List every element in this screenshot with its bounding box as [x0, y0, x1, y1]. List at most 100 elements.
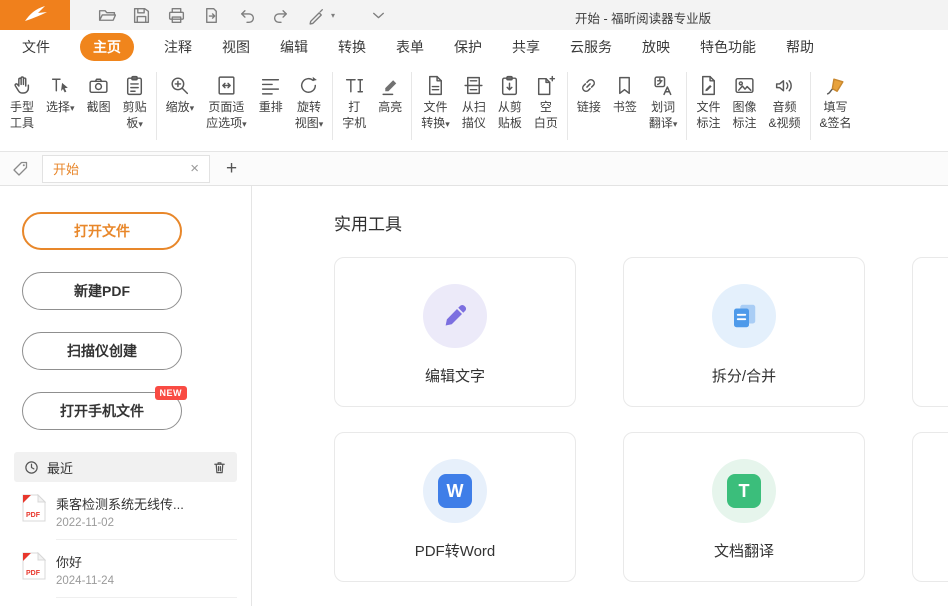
new-tab-button[interactable]: +	[226, 159, 237, 178]
menu-edit[interactable]: 编辑	[280, 37, 308, 57]
tab-close-icon[interactable]: ×	[190, 161, 199, 176]
card-pdf-to-word[interactable]: W PDF转Word	[334, 432, 576, 582]
ribbon-file-annotation[interactable]: 文件 标注	[690, 68, 726, 134]
ribbon-label: 页面适 应选项▾	[206, 100, 247, 132]
ribbon-label: 缩放▾	[166, 100, 195, 116]
menu-help[interactable]: 帮助	[786, 37, 814, 57]
recent-file-name: 你好	[56, 552, 237, 571]
recent-file-info: 乘客检测系统无线传... 2022-11-02	[56, 494, 237, 540]
menu-comment[interactable]: 注释	[164, 37, 192, 57]
doc-convert-icon	[424, 70, 447, 100]
sign-pen-icon	[824, 70, 847, 100]
ribbon-fill-sign[interactable]: 填写 &签名	[814, 68, 858, 134]
ribbon-page-fit[interactable]: 页面适 应选项▾	[200, 68, 253, 134]
speaker-icon	[773, 70, 796, 100]
trash-icon[interactable]	[212, 460, 227, 475]
ribbon-snapshot[interactable]: 截图	[81, 68, 117, 118]
pdf-file-icon: PDF	[22, 552, 46, 580]
ribbon-rotate-view[interactable]: 旋转 视图▾	[289, 68, 330, 134]
svg-text:PDF: PDF	[26, 512, 41, 519]
menu-share[interactable]: 共享	[512, 37, 540, 57]
card-partial[interactable]	[912, 432, 948, 582]
card-partial[interactable]	[912, 257, 948, 407]
save-icon[interactable]	[131, 5, 151, 25]
ribbon-blank-page[interactable]: 空 白页	[528, 68, 564, 134]
word-icon: W	[423, 459, 487, 523]
menu-home[interactable]: 主页	[80, 33, 134, 61]
translate-t-icon: T	[712, 459, 776, 523]
new-pdf-button[interactable]: 新建PDF	[22, 272, 182, 310]
page-fit-icon	[215, 70, 238, 100]
pencil-icon	[423, 284, 487, 348]
card-edit-text[interactable]: 编辑文字	[334, 257, 576, 407]
ribbon-from-scanner[interactable]: 从扫 描仪	[456, 68, 492, 134]
ribbon-file-convert[interactable]: 文件 转换▾	[415, 68, 456, 134]
foxit-logo	[0, 0, 70, 30]
highlighter-icon	[379, 70, 402, 100]
ribbon-word-translate[interactable]: 划词 翻译▾	[643, 68, 684, 134]
ribbon-label: 划词 翻译▾	[649, 100, 678, 132]
undo-icon[interactable]	[236, 5, 256, 25]
pen-tool-icon[interactable]	[306, 5, 326, 25]
ribbon-label: 选择▾	[46, 100, 75, 116]
pdf-file-icon: PDF	[22, 494, 46, 522]
recent-file-item[interactable]: PDF 你好 2024-11-24	[22, 540, 237, 598]
ribbon-bookmark[interactable]: 书签	[607, 68, 643, 118]
menu-file[interactable]: 文件	[22, 37, 50, 57]
tag-icon[interactable]	[10, 159, 30, 179]
export-doc-icon[interactable]	[201, 5, 221, 25]
open-mobile-file-button[interactable]: 打开手机文件 NEW	[22, 392, 182, 430]
menu-form[interactable]: 表单	[396, 37, 424, 57]
ribbon-label: 图像 标注	[732, 100, 756, 132]
menu-cloud[interactable]: 云服务	[570, 37, 612, 57]
blank-page-icon	[534, 70, 557, 100]
menu-present[interactable]: 放映	[642, 37, 670, 57]
ribbon-reflow[interactable]: 重排	[253, 68, 289, 118]
card-row: 编辑文字 拆分/合并	[334, 257, 948, 407]
ribbon-hand-tool[interactable]: 手型 工具	[4, 68, 40, 134]
bookmark-icon	[613, 70, 636, 100]
svg-text:PDF: PDF	[26, 570, 41, 577]
pen-tool-caret-icon[interactable]: ▾	[331, 11, 335, 20]
ribbon-select-tool[interactable]: 选择▾	[40, 68, 81, 118]
titlebar: ▾ 开始 - 福昕阅读器专业版	[0, 0, 948, 30]
open-file-label: 打开文件	[74, 221, 130, 241]
recent-file-item[interactable]: PDF 乘客检测系统无线传... 2022-11-02	[22, 482, 237, 540]
card-split-merge[interactable]: 拆分/合并	[623, 257, 865, 407]
ribbon-separator	[810, 72, 811, 140]
ribbon-image-annotation[interactable]: 图像 标注	[726, 68, 762, 134]
paste-clipboard-icon	[498, 70, 521, 100]
menu-view[interactable]: 视图	[222, 37, 250, 57]
menu-bar: 文件 主页 注释 视图 编辑 转换 表单 保护 共享 云服务 放映 特色功能 帮…	[0, 30, 948, 64]
recent-file-info: 你好 2024-11-24	[56, 552, 237, 598]
menu-protect[interactable]: 保护	[454, 37, 482, 57]
typewriter-icon	[343, 70, 366, 100]
customize-toolbar-chevron-icon[interactable]	[368, 5, 388, 25]
ribbon-audio-video[interactable]: 音频 &视频	[762, 68, 806, 134]
card-doc-translate[interactable]: T 文档翻译	[623, 432, 865, 582]
tab-start[interactable]: 开始 ×	[42, 155, 210, 183]
card-row: W PDF转Word T 文档翻译	[334, 432, 948, 582]
menu-features[interactable]: 特色功能	[700, 37, 756, 57]
recent-file-date: 2022-11-02	[56, 517, 237, 529]
scanner-create-button[interactable]: 扫描仪创建	[22, 332, 182, 370]
clock-icon	[24, 460, 39, 475]
redo-icon[interactable]	[271, 5, 291, 25]
ribbon-zoom[interactable]: 缩放▾	[160, 68, 201, 118]
ribbon: 手型 工具 选择▾ 截图 剪贴 板▾ 缩放▾	[0, 64, 948, 152]
ribbon-highlight[interactable]: 高亮	[372, 68, 408, 118]
open-folder-icon[interactable]	[96, 5, 116, 25]
ribbon-link[interactable]: 链接	[571, 68, 607, 118]
menu-convert[interactable]: 转换	[338, 37, 366, 57]
ribbon-from-clipboard[interactable]: 从剪 贴板	[492, 68, 528, 134]
open-file-button[interactable]: 打开文件	[22, 212, 182, 250]
ribbon-label: 截图	[87, 100, 111, 116]
ribbon-label: 填写 &签名	[820, 100, 852, 132]
pages-icon	[712, 284, 776, 348]
ribbon-typewriter[interactable]: 打 字机	[336, 68, 372, 134]
print-icon[interactable]	[166, 5, 186, 25]
ribbon-label: 重排	[259, 100, 283, 116]
ribbon-label: 高亮	[378, 100, 402, 116]
card-label: 文档翻译	[714, 540, 774, 561]
ribbon-clipboard[interactable]: 剪贴 板▾	[117, 68, 153, 134]
